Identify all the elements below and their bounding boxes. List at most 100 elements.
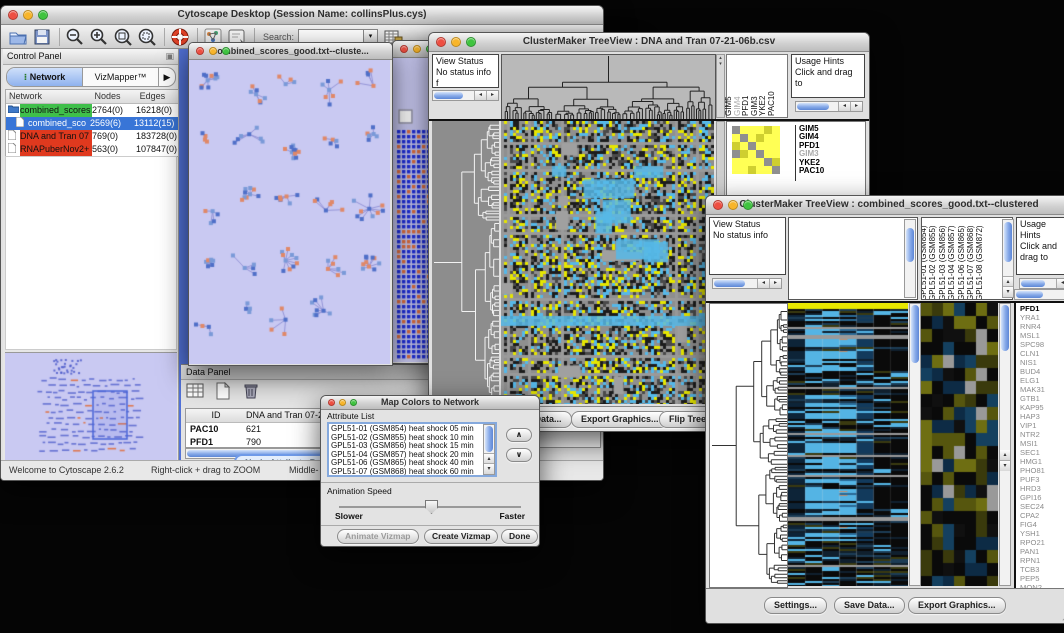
network-row-rnapubernov2-[interactable]: RNAPuberNov2+563(0)107847(0) — [6, 143, 178, 156]
slider-thumb[interactable] — [425, 500, 438, 514]
window-controls[interactable] — [436, 37, 476, 47]
tv2-gene-list[interactable]: PFD1YRA1RNR4MSL1SPC98CLN1NIS1BUD4ELG1MAK… — [1014, 303, 1064, 589]
tab-overflow-arrow[interactable]: ▶ — [158, 68, 175, 86]
gene-label-tcb3[interactable]: TCB3 — [1020, 565, 1064, 574]
save-icon[interactable] — [32, 27, 54, 47]
tv1-row-dendrogram[interactable] — [432, 121, 499, 404]
network-overview-thumbnail[interactable] — [5, 352, 177, 460]
gene-label-spc98[interactable]: SPC98 — [1020, 340, 1064, 349]
gene-label-msl1[interactable]: MSL1 — [1020, 331, 1064, 340]
gene-label-rpn1[interactable]: RPN1 — [1020, 556, 1064, 565]
close-icon[interactable] — [436, 37, 446, 47]
animation-speed-slider[interactable] — [339, 506, 521, 508]
column-label-gpl51-06-gsm865-[interactable]: GPL51-06 (GSM865) — [957, 225, 966, 300]
gene-label-yra1[interactable]: YRA1 — [1020, 313, 1064, 322]
gene-label-sec24[interactable]: SEC24 — [1020, 502, 1064, 511]
attribute-list-item[interactable]: GPL51-07 (GSM868) heat shock 60 min — [331, 468, 493, 477]
export-graphics--button[interactable]: Export Graphics... — [908, 597, 1006, 614]
close-icon[interactable] — [400, 45, 408, 53]
window-controls[interactable] — [328, 399, 357, 406]
column-label-gpl51-08-gsm872-[interactable]: GPL51-08 (GSM872) — [975, 225, 984, 300]
attribute-table-icon[interactable] — [186, 382, 212, 402]
move-attribute-down-button[interactable]: ∨ — [506, 448, 532, 462]
gene-label-msi1[interactable]: MSI1 — [1020, 439, 1064, 448]
main-title-bar[interactable]: Cytoscape Desktop (Session Name: collins… — [1, 6, 603, 25]
zoom-window-icon[interactable] — [222, 47, 230, 55]
tv2-status-hscrollbar[interactable]: ◂▸ — [712, 278, 782, 289]
export-graphics--button[interactable]: Export Graphics... — [571, 411, 669, 428]
gene-label-sec1[interactable]: SEC1 — [1020, 448, 1064, 457]
tab-network[interactable]: ⁝ Network — [7, 68, 83, 86]
tv1-hints-hscrollbar[interactable]: ◂▸ — [795, 101, 863, 112]
minimize-icon[interactable] — [451, 37, 461, 47]
column-label-gpl51-04-gsm857-[interactable]: GPL51-04 (GSM857) — [947, 225, 956, 300]
minimize-icon[interactable] — [339, 399, 346, 406]
tv2-zoom-heatmap[interactable] — [921, 303, 998, 586]
tv2-zoom-vscrollbar[interactable]: ▴ ▾ — [999, 303, 1011, 586]
tv2-genes-hscrollbar[interactable] — [1014, 289, 1064, 300]
minimize-icon[interactable] — [413, 45, 421, 53]
attribute-list-vscrollbar[interactable]: ▴▾ — [483, 424, 495, 475]
tv1-heatmap[interactable] — [501, 121, 714, 404]
gene-label-vip1[interactable]: VIP1 — [1020, 421, 1064, 430]
tv1-status-hscrollbar[interactable]: ◂▸ — [432, 90, 499, 101]
zoom-window-icon[interactable] — [350, 399, 357, 406]
column-label-gpl51-02-gsm855-[interactable]: GPL51-02 (GSM855) — [928, 225, 937, 300]
gene-label-pfd1[interactable]: PFD1 — [1020, 304, 1064, 313]
gene-label-puf3[interactable]: PUF3 — [1020, 475, 1064, 484]
gene-label-ntr2[interactable]: NTR2 — [1020, 430, 1064, 439]
network-canvas[interactable] — [189, 60, 390, 364]
gene-label-pan1[interactable]: PAN1 — [1020, 547, 1064, 556]
gene-label-gpi16[interactable]: GPI16 — [1020, 493, 1064, 502]
gene-label-kap95[interactable]: KAP95 — [1020, 403, 1064, 412]
zoom-window-icon[interactable] — [38, 10, 48, 20]
gene-label-mak31[interactable]: MAK31 — [1020, 385, 1064, 394]
gene-label-cln1[interactable]: CLN1 — [1020, 349, 1064, 358]
tv2-hints-hscrollbar[interactable]: ◂ — [1019, 278, 1064, 289]
minimize-icon[interactable] — [209, 47, 217, 55]
tv1-zoom-heatmap[interactable] — [732, 126, 780, 174]
close-icon[interactable] — [713, 200, 723, 210]
settings--button[interactable]: Settings... — [764, 597, 827, 614]
create-vizmap-button[interactable]: Create Vizmap — [424, 529, 498, 544]
tv2-heatmap[interactable] — [788, 303, 908, 586]
column-label-gpl51-01-gsm854-[interactable]: GPL51-01 (GSM854) — [921, 225, 928, 300]
network-table-header[interactable]: Edges — [137, 90, 178, 103]
gene-label-gtb1[interactable]: GTB1 — [1020, 394, 1064, 403]
gene-label-rpo21[interactable]: RPO21 — [1020, 538, 1064, 547]
gene-label-ysh1[interactable]: YSH1 — [1020, 529, 1064, 538]
data-table-header[interactable]: ID — [186, 409, 242, 422]
close-icon[interactable] — [8, 10, 18, 20]
move-attribute-up-button[interactable]: ∧ — [506, 428, 532, 442]
zoom-out-icon[interactable] — [65, 27, 87, 47]
tv2-labels-vscrollbar[interactable]: ▴▾ — [1002, 219, 1014, 298]
column-label-pac10[interactable]: PAC10 — [767, 91, 776, 116]
column-label-gim5[interactable]: GIM5 — [724, 96, 733, 116]
row-label-pac10[interactable]: PAC10 — [799, 167, 824, 175]
network-row-combined-sco[interactable]: combined_sco2569(6)13112(15) — [6, 117, 178, 130]
column-label-gpl51-07-gsm868-[interactable]: GPL51-07 (GSM868) — [966, 225, 975, 300]
zoom-in-icon[interactable] — [89, 27, 111, 47]
zoom-fit-icon[interactable] — [113, 27, 135, 47]
gene-label-pho81[interactable]: PHO81 — [1020, 466, 1064, 475]
minimize-icon[interactable] — [23, 10, 33, 20]
zoom-selected-icon[interactable] — [137, 27, 159, 47]
attribute-listbox[interactable]: GPL51-01 (GSM854) heat shock 05 minGPL51… — [327, 422, 497, 477]
new-attribute-icon[interactable] — [214, 382, 240, 402]
gene-label-nis1[interactable]: NIS1 — [1020, 358, 1064, 367]
window-controls[interactable] — [713, 200, 753, 210]
network-row-dna-and-tran-07[interactable]: DNA and Tran 07769(0)183728(0) — [6, 130, 178, 143]
gene-label-hmg1[interactable]: HMG1 — [1020, 457, 1064, 466]
gene-label-hrd3[interactable]: HRD3 — [1020, 484, 1064, 493]
zoom-window-icon[interactable] — [743, 200, 753, 210]
tab-vizmapper[interactable]: VizMapper™ — [83, 68, 158, 86]
zoom-window-icon[interactable] — [466, 37, 476, 47]
gene-label-hap3[interactable]: HAP3 — [1020, 412, 1064, 421]
tv2-heat-vscrollbar[interactable] — [909, 303, 921, 586]
gene-label-cpa2[interactable]: CPA2 — [1020, 511, 1064, 520]
close-icon[interactable] — [328, 399, 335, 406]
tv2-row-dendrogram[interactable] — [709, 303, 788, 588]
save-data--button[interactable]: Save Data... — [834, 597, 905, 614]
float-panel-icon[interactable]: ▣ — [165, 49, 174, 64]
animate-vizmap-button[interactable]: Animate Vizmap — [337, 529, 419, 544]
